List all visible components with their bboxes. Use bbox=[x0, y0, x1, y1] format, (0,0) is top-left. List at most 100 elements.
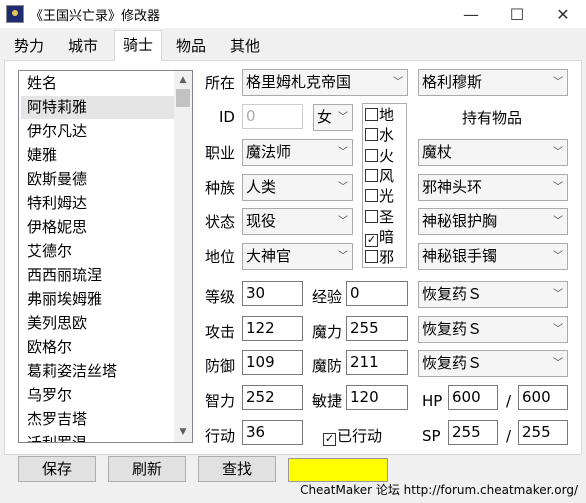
location-select[interactable]: 格里姆札克帝国 ﹀ bbox=[242, 69, 408, 96]
element-label: 水 bbox=[379, 126, 395, 145]
job-label: 职业 bbox=[205, 144, 236, 162]
location-value: 格里姆札克帝国 bbox=[246, 73, 352, 91]
window-title: 《王国兴亡录》修改器 bbox=[30, 9, 161, 24]
list-item[interactable]: 葛莉姿洁丝塔 bbox=[21, 360, 177, 383]
level-field[interactable]: 30 bbox=[242, 281, 303, 306]
action-field[interactable]: 36 bbox=[242, 420, 303, 445]
tab-knight[interactable]: 骑士 bbox=[114, 30, 163, 61]
city-select[interactable]: 格利穆斯 ﹀ bbox=[418, 69, 568, 96]
scroll-up-arrow-icon[interactable]: ▲ bbox=[174, 72, 192, 89]
list-item[interactable]: 婕雅 bbox=[21, 144, 177, 167]
list-item[interactable]: 艾德尔 bbox=[21, 240, 177, 263]
element-checkbox[interactable]: 邪 bbox=[365, 247, 394, 267]
item-select[interactable]: 邪神头环 ﹀ bbox=[418, 174, 568, 201]
item-select[interactable]: 神秘银护胸 ﹀ bbox=[418, 208, 568, 235]
sp-slash: / bbox=[506, 427, 512, 445]
exp-field[interactable]: 0 bbox=[346, 281, 408, 306]
list-item[interactable]: 伊格妮思 bbox=[21, 216, 177, 239]
state-label: 状态 bbox=[205, 213, 236, 231]
element-label: 邪 bbox=[379, 248, 395, 267]
tab-faction[interactable]: 势力 bbox=[6, 34, 53, 59]
element-checkbox[interactable]: 光 bbox=[365, 186, 394, 206]
checkmark-icon: ✓ bbox=[323, 432, 336, 446]
gender-select[interactable]: 女 ﹀ bbox=[313, 104, 353, 131]
race-label: 种族 bbox=[205, 179, 236, 197]
items-heading: 持有物品 bbox=[462, 109, 523, 127]
list-item[interactable]: 弗丽埃姆雅 bbox=[21, 288, 177, 311]
item-select[interactable]: 恢复药Ｓ ﹀ bbox=[418, 350, 568, 377]
rank-value: 大神官 bbox=[246, 247, 292, 265]
save-button[interactable]: 保存 bbox=[18, 456, 96, 482]
checkbox-icon bbox=[365, 209, 378, 223]
chevron-down-icon: ﹀ bbox=[553, 324, 563, 335]
item-select[interactable]: 恢复药Ｓ ﹀ bbox=[418, 281, 568, 308]
item-value: 恢复药Ｓ bbox=[422, 320, 483, 338]
chevron-down-icon: ﹀ bbox=[338, 182, 348, 193]
scroll-down-arrow-icon[interactable]: ▼ bbox=[174, 424, 192, 441]
rank-select[interactable]: 大神官 ﹀ bbox=[242, 243, 353, 270]
list-item[interactable]: 伊尔凡达 bbox=[21, 120, 177, 143]
hp-max-field[interactable]: 600 bbox=[518, 385, 568, 410]
element-checkbox[interactable]: 风 bbox=[365, 166, 394, 186]
tab-item[interactable]: 物品 bbox=[168, 34, 215, 59]
maximize-button[interactable]: ☐ bbox=[494, 0, 540, 28]
element-checkbox[interactable]: 火 bbox=[365, 146, 394, 166]
acted-checkbox[interactable]: ✓ 已行动 bbox=[323, 424, 382, 449]
list-item[interactable]: 西西丽琉涅 bbox=[21, 264, 177, 287]
scroll-thumb[interactable] bbox=[176, 89, 190, 107]
element-checkbox[interactable]: 水 bbox=[365, 125, 394, 145]
checkbox-icon bbox=[365, 128, 378, 142]
attack-field[interactable]: 122 bbox=[242, 316, 303, 341]
refresh-button[interactable]: 刷新 bbox=[108, 456, 186, 482]
acted-label: 已行动 bbox=[337, 427, 383, 445]
element-checkbox[interactable]: 地 bbox=[365, 105, 394, 125]
job-select[interactable]: 魔法师 ﹀ bbox=[242, 139, 353, 166]
state-select[interactable]: 现役 ﹀ bbox=[242, 208, 353, 235]
item-value: 神秘银手镯 bbox=[422, 247, 498, 265]
list-item[interactable]: 欧斯曼德 bbox=[21, 168, 177, 191]
minimize-button[interactable]: — bbox=[448, 0, 494, 28]
hp-field[interactable]: 600 bbox=[448, 385, 498, 410]
list-item[interactable]: 欧格尔 bbox=[21, 336, 177, 359]
close-button[interactable]: ✕ bbox=[540, 0, 586, 28]
tab-city[interactable]: 城市 bbox=[60, 34, 107, 59]
element-checkbox[interactable]: 圣 bbox=[365, 207, 394, 227]
magic-label: 魔力 bbox=[312, 323, 343, 341]
list-scrollbar[interactable]: ▲ ▼ bbox=[174, 71, 192, 442]
list-item[interactable]: 特利姆达 bbox=[21, 192, 177, 215]
list-item[interactable]: 姓名 bbox=[21, 72, 177, 95]
item-value: 恢复药Ｓ bbox=[422, 354, 483, 372]
element-label: 地 bbox=[379, 106, 395, 124]
list-item[interactable]: 阿特莉雅 bbox=[21, 96, 177, 119]
magic-defense-field[interactable]: 211 bbox=[346, 350, 408, 375]
magic-defense-label: 魔防 bbox=[312, 357, 343, 375]
magic-field[interactable]: 255 bbox=[346, 316, 408, 341]
list-item[interactable]: 美列思欧 bbox=[21, 312, 177, 335]
find-button[interactable]: 查找 bbox=[198, 456, 276, 482]
element-label: 火 bbox=[379, 146, 395, 165]
intelligence-label: 智力 bbox=[205, 392, 236, 410]
item-select[interactable]: 恢复药Ｓ ﹀ bbox=[418, 316, 568, 343]
defense-field[interactable]: 109 bbox=[242, 350, 303, 375]
race-select[interactable]: 人类 ﹀ bbox=[242, 174, 353, 201]
intelligence-field[interactable]: 252 bbox=[242, 385, 303, 410]
list-item[interactable]: 迁利罗温 bbox=[21, 432, 177, 442]
chevron-down-icon: ﹀ bbox=[338, 251, 348, 262]
chevron-down-icon: ﹀ bbox=[553, 289, 563, 300]
sp-field[interactable]: 255 bbox=[448, 420, 498, 445]
attack-label: 攻击 bbox=[205, 323, 236, 341]
tab-other[interactable]: 其他 bbox=[222, 34, 269, 59]
footer-credit[interactable]: CheatMaker 论坛 http://forum.cheatmaker.or… bbox=[300, 481, 578, 498]
item-select[interactable]: 魔杖 ﹀ bbox=[418, 139, 568, 166]
item-value: 神秘银护胸 bbox=[422, 212, 498, 230]
chevron-down-icon: ﹀ bbox=[338, 216, 348, 227]
item-select[interactable]: 神秘银手镯 ﹀ bbox=[418, 243, 568, 270]
list-item[interactable]: 乌罗尔 bbox=[21, 384, 177, 407]
knight-list[interactable]: 姓名 阿特莉雅 伊尔凡达 婕雅 欧斯曼德 特利姆达 伊格妮思 艾德尔 西西丽琉涅 弗丽埃姆雅 美列思… bbox=[18, 70, 193, 443]
checkbox-icon bbox=[365, 250, 378, 264]
list-item[interactable]: 杰罗吉塔 bbox=[21, 408, 177, 431]
element-checkbox[interactable]: ✓ 暗 bbox=[365, 227, 394, 247]
agility-field[interactable]: 120 bbox=[346, 385, 408, 410]
sp-max-field[interactable]: 255 bbox=[518, 420, 568, 445]
state-value: 现役 bbox=[246, 212, 277, 230]
